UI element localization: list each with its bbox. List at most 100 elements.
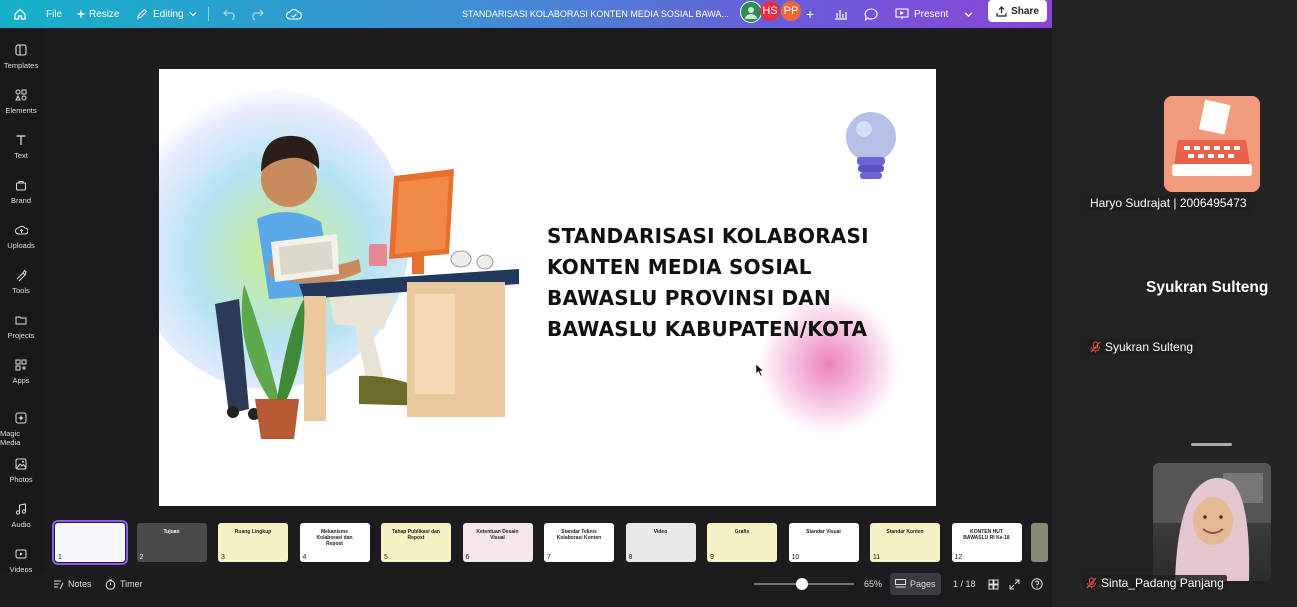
left-sidebar: Templates Elements Text Brand Uploads To…: [0, 28, 44, 574]
participant-name: Haryo Sudrajat | 2006495473: [1087, 195, 1250, 211]
lightbulb-illustration[interactable]: [842, 109, 902, 189]
typewriter-icon: [1172, 99, 1252, 176]
sidebar-item-brand[interactable]: Brand: [0, 179, 42, 205]
thumbnail-number: 1: [58, 554, 62, 561]
chevron-down-icon: [189, 12, 197, 17]
thumbnail-number: 2: [139, 554, 144, 561]
redo-button[interactable]: [250, 0, 264, 28]
editing-mode-button[interactable]: Editing: [136, 0, 197, 28]
page-thumbnail[interactable]: KONTEN HUT BAWASLU RI Ke-18 12: [951, 523, 1022, 562]
templates-icon: [15, 44, 27, 56]
comments-button[interactable]: [864, 0, 878, 28]
page-thumbnail[interactable]: [1031, 523, 1048, 562]
page-thumbnail[interactable]: Standar Konten 11: [870, 523, 940, 562]
sidebar-item-magic-media[interactable]: Magic Media: [0, 412, 42, 447]
sidebar-item-text[interactable]: Text: [0, 134, 42, 160]
fullscreen-button[interactable]: [1009, 573, 1020, 595]
thumbnail-number: 8: [628, 554, 633, 561]
sidebar-item-elements[interactable]: Elements: [0, 89, 42, 115]
present-button[interactable]: Present: [895, 0, 948, 28]
undo-button[interactable]: [223, 0, 237, 28]
thumbnail-number: 4: [302, 554, 307, 561]
page-thumbnail[interactable]: Ketentuan Desain Visual 6: [462, 523, 533, 562]
help-button[interactable]: [1031, 573, 1043, 595]
page-thumbnail[interactable]: Ruang Lingkup 3: [218, 523, 288, 562]
page-thumbnail[interactable]: Standar Teknis Kolaborasi Konten 7: [544, 523, 614, 562]
notes-button[interactable]: Notes: [53, 573, 92, 595]
timer-button[interactable]: Timer: [105, 573, 143, 595]
slide-title[interactable]: STANDARISASI KOLABORASI KONTEN MEDIA SOS…: [547, 221, 907, 345]
resize-button[interactable]: Resize: [76, 0, 120, 28]
thumbnail-number: 5: [384, 554, 388, 561]
timer-icon: [105, 579, 116, 590]
thumbnail-title: Standar Visual: [806, 529, 841, 535]
document-title[interactable]: STANDARISASI KOLABORASI KONTEN MEDIA SOS…: [462, 0, 729, 28]
page-thumbnail[interactable]: Tujuan 2: [136, 523, 207, 562]
sidebar-item-photos[interactable]: Photos: [0, 458, 42, 484]
present-options-button[interactable]: [964, 0, 973, 28]
home-button[interactable]: [13, 0, 27, 28]
page-thumbnail[interactable]: Tahap Publikasi dan Repost 5: [381, 523, 451, 562]
photos-icon: [15, 458, 27, 470]
projects-icon: [15, 316, 27, 325]
sidebar-item-projects[interactable]: Projects: [0, 314, 42, 340]
mic-muted-icon: [1090, 341, 1101, 353]
page-thumbnail[interactable]: Grafis 9: [707, 523, 777, 562]
participants-panel: Haryo Sudrajat | 2006495473 Syukran Sult…: [1052, 0, 1297, 607]
pages-button[interactable]: Pages: [890, 573, 941, 595]
avatar[interactable]: HS: [760, 1, 780, 21]
zoom-slider-handle[interactable]: [796, 578, 808, 590]
thumbnail-title: Ketentuan Desain Visual: [476, 529, 519, 541]
avatar[interactable]: PP: [781, 1, 801, 21]
add-collaborator-button[interactable]: +: [806, 0, 814, 28]
page-thumbnail-strip: 1 Tujuan 2 Ruang Lingkup 3 Mekanisme Kolabora…: [44, 518, 1052, 573]
cloud-save-status[interactable]: [286, 0, 302, 28]
participant-name: Sinta_Padang Panjang: [1083, 575, 1227, 591]
zoom-level[interactable]: 65%: [864, 573, 882, 595]
share-button[interactable]: Share: [988, 0, 1047, 22]
thumbnail-title: Tujuan: [163, 529, 180, 535]
sparkle-icon: [76, 9, 86, 19]
page-thumbnail[interactable]: Mekanisme Kolaborasi dan Repost 4: [299, 523, 370, 562]
thumbnail-number: 12: [954, 554, 963, 561]
slide-page[interactable]: STANDARISASI KOLABORASI KONTEN MEDIA SOS…: [159, 69, 936, 506]
participant-avatar[interactable]: [1164, 96, 1260, 192]
thumbnail-title: Grafis: [734, 529, 750, 535]
insights-button[interactable]: [834, 0, 848, 28]
apps-icon: [15, 359, 27, 371]
pages-icon: [895, 579, 906, 588]
chevron-down-icon: [964, 11, 973, 17]
elements-icon: [15, 89, 27, 101]
page-thumbnail[interactable]: 1: [52, 520, 128, 565]
sidebar-item-templates[interactable]: Templates: [0, 44, 42, 70]
expand-icon: [1009, 579, 1020, 589]
participant-video[interactable]: [1153, 463, 1271, 581]
sidebar-item-videos[interactable]: Videos: [0, 548, 42, 574]
page-thumbnail[interactable]: Video 8: [625, 523, 696, 562]
thumbnail-number: 3: [221, 554, 225, 561]
sidebar-item-audio[interactable]: Audio: [0, 503, 42, 529]
thumbnail-number: 10: [791, 554, 800, 561]
help-icon: [1031, 578, 1043, 590]
pencil-icon: [137, 8, 148, 19]
plus-icon: +: [806, 6, 815, 22]
page-counter[interactable]: 1 / 18: [953, 573, 976, 595]
sidebar-item-uploads[interactable]: Uploads: [0, 224, 42, 250]
thumbnail-title: Ruang Lingkup: [234, 529, 272, 535]
thumbnail-number: 7: [547, 554, 551, 561]
person-at-desk-illustration[interactable]: [209, 124, 529, 444]
zoom-slider[interactable]: [754, 573, 854, 595]
sidebar-item-tools[interactable]: Tools: [0, 269, 42, 295]
scroll-indicator[interactable]: [1191, 443, 1232, 446]
redo-icon: [252, 9, 264, 20]
thumbnail-number: 6: [465, 554, 470, 561]
file-menu[interactable]: File: [46, 0, 62, 28]
grid-view-button[interactable]: [988, 573, 999, 595]
page-thumbnail[interactable]: Standar Visual 10: [788, 523, 859, 562]
avatar[interactable]: [740, 1, 762, 23]
home-icon: [14, 8, 26, 20]
thumbnail-number: 11: [873, 554, 881, 561]
tools-icon: [16, 269, 27, 281]
comment-icon: [864, 7, 878, 21]
sidebar-item-apps[interactable]: Apps: [0, 359, 42, 385]
